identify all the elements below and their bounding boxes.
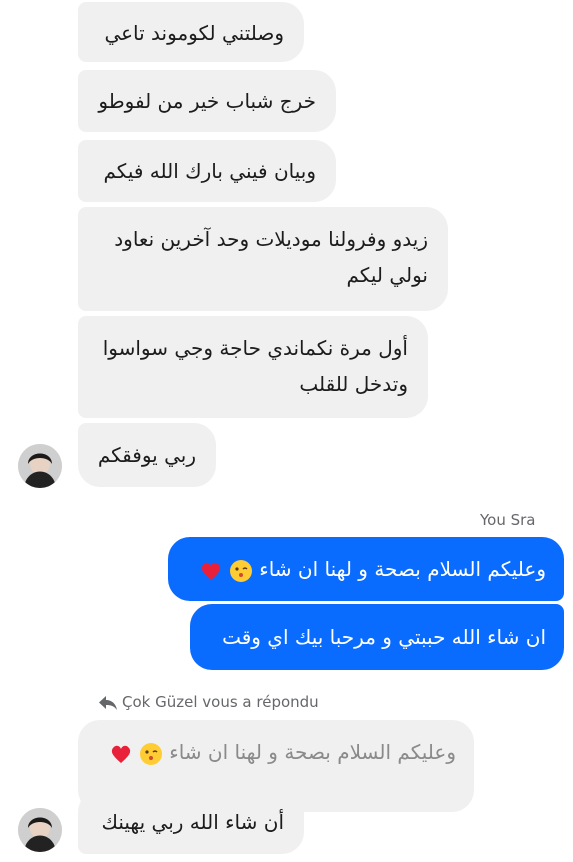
message-line: نولي ليكم (346, 263, 428, 287)
quoted-message-text: وعليكم السلام بصحة و لهنا ان شاء (169, 740, 456, 764)
red-heart-icon (201, 562, 220, 580)
message-line: زيدو وفرولنا موديلات وحد آخرين نعاود (114, 227, 428, 251)
incoming-message[interactable]: وصلتني لكوموند تاعي (78, 2, 304, 62)
message-text: وعليكم السلام بصحة و لهنا ان شاء (259, 557, 546, 581)
incoming-message[interactable]: ربي يوفقكم (78, 423, 216, 487)
incoming-message[interactable]: أول مرة نكماندي حاجة وجي سواسوا وتدخل لل… (78, 316, 428, 418)
reply-notice-text: Çok Güzel vous a répondu (122, 693, 319, 711)
kiss-face-icon (229, 559, 252, 582)
message-text: وصلتني لكوموند تاعي (104, 21, 284, 45)
red-heart-icon (111, 745, 130, 763)
incoming-message[interactable]: وبيان فيني بارك الله فيكم (78, 140, 336, 202)
incoming-message[interactable]: خرج شباب خير من لفوطو (78, 70, 336, 132)
message-text: أن شاء الله ربي يهينك (101, 810, 284, 834)
sender-label: You Sra (480, 511, 536, 529)
message-line: وتدخل للقلب (299, 372, 408, 396)
reply-arrow-icon (99, 695, 117, 710)
outgoing-message[interactable]: ان شاء الله حببتي و مرحبا بيك اي وقت (190, 604, 564, 670)
message-text: ربي يوفقكم (97, 443, 196, 467)
kiss-face-icon (139, 742, 162, 765)
incoming-message[interactable]: زيدو وفرولنا موديلات وحد آخرين نعاود نول… (78, 207, 448, 311)
message-line: أول مرة نكماندي حاجة وجي سواسوا (102, 336, 408, 360)
message-text: خرج شباب خير من لفوطو (98, 89, 316, 113)
message-text: ان شاء الله حببتي و مرحبا بيك اي وقت (222, 625, 546, 649)
reply-notice: Çok Güzel vous a répondu (98, 693, 319, 711)
message-text: وبيان فيني بارك الله فيكم (103, 159, 316, 183)
reply-message[interactable]: أن شاء الله ربي يهينك (78, 790, 304, 854)
avatar[interactable] (18, 808, 62, 852)
outgoing-message[interactable]: وعليكم السلام بصحة و لهنا ان شاء (168, 537, 564, 601)
avatar[interactable] (18, 444, 62, 488)
